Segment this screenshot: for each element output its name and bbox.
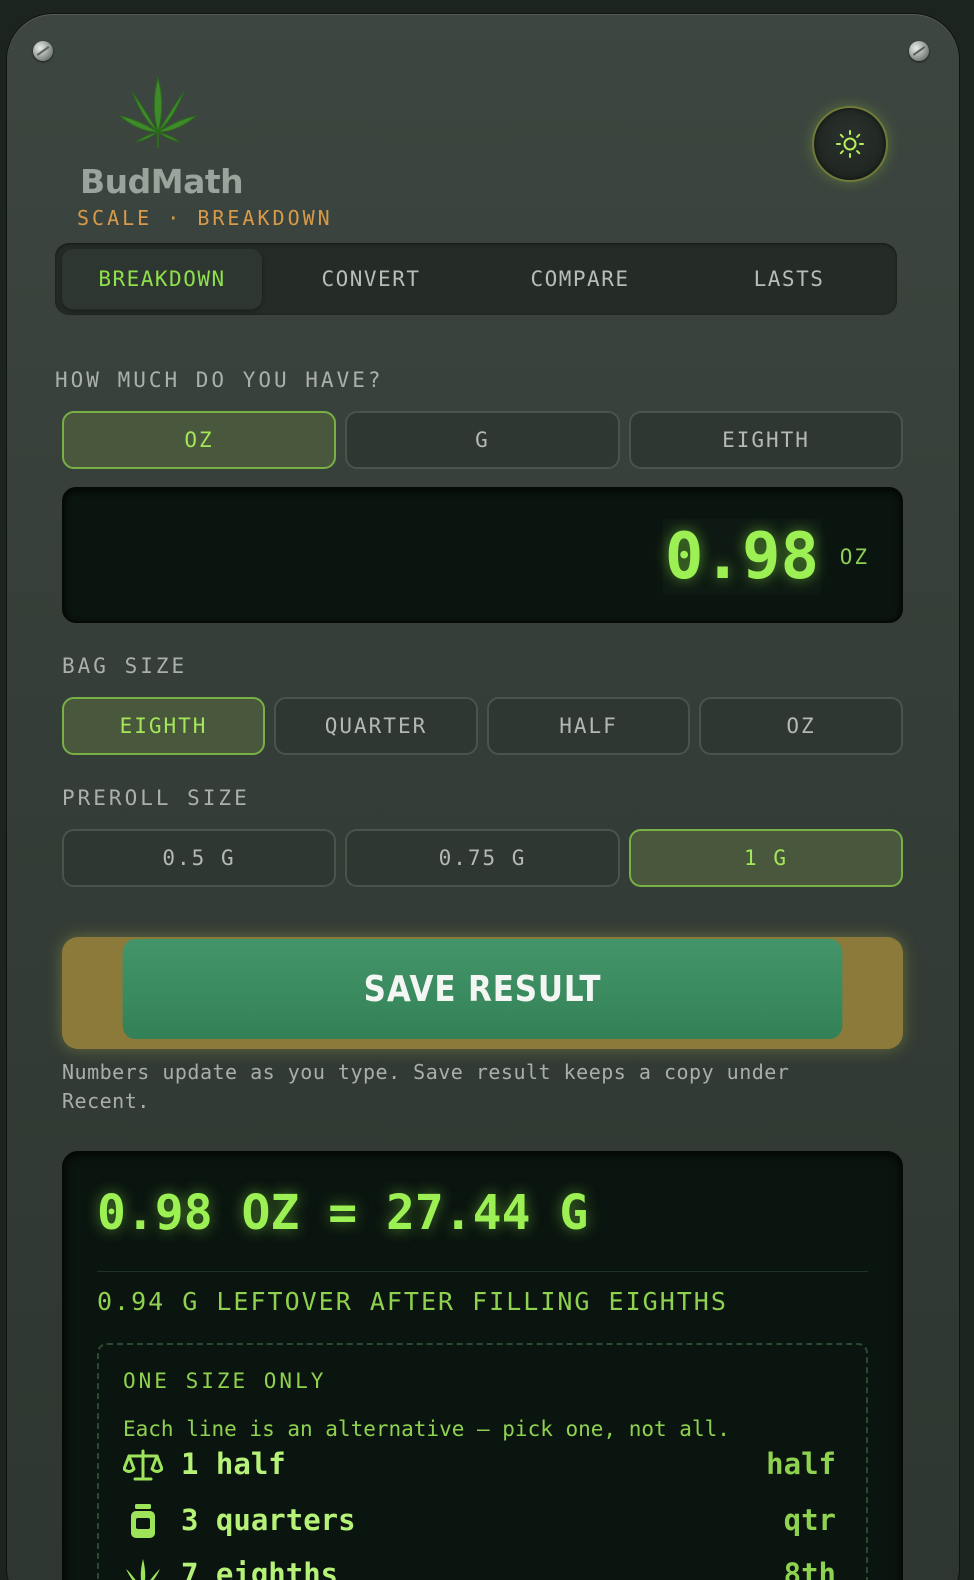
tab-compare[interactable]: COMPARE [480,249,680,309]
bag-half-button[interactable]: HALF [487,697,690,755]
screw-decoration [33,41,53,61]
options-note: Each line is an alternative — pick one, … [123,1417,730,1441]
amount-label: HOW MUCH DO YOU HAVE? [55,368,384,392]
bag-oz-button[interactable]: OZ [699,697,903,755]
list-item: 3 quarters qtr [123,1501,836,1541]
amount-input[interactable]: 0.98 [662,519,821,595]
result-panel: 0.98 OZ = 27.44 G 0.94 G LEFTOVER AFTER … [62,1151,903,1580]
tab-breakdown[interactable]: BREAKDOWN [62,249,262,309]
tagline: SCALE · BREAKDOWN [77,206,333,230]
option-text: 7 eighths [181,1557,339,1580]
bag-size-label: BAG SIZE [62,654,188,678]
leaf-icon [126,1559,160,1580]
save-result-button[interactable]: SAVE RESULT [62,937,903,1049]
save-hint: Numbers update as you type. Save result … [62,1060,790,1113]
save-result-label: SAVE RESULT [122,939,843,1039]
result-leftover: 0.94 G LEFTOVER AFTER FILLING EIGHTHS [97,1287,728,1316]
jar-icon [131,1504,155,1538]
tab-lasts[interactable]: LASTS [689,249,889,309]
bag-quarter-button[interactable]: QUARTER [274,697,478,755]
option-abbr: half [766,1447,836,1481]
brand-name: BudMath [80,162,244,201]
options-title: ONE SIZE ONLY [123,1369,327,1393]
tab-convert[interactable]: CONVERT [271,249,471,309]
theme-toggle-button[interactable] [812,106,888,182]
list-item: 1 half half [123,1445,836,1485]
scale-icon [123,1449,163,1481]
size-options-box: ONE SIZE ONLY Each line is an alternativ… [97,1343,868,1580]
result-divider [97,1271,868,1272]
unit-eighth-button[interactable]: EIGHTH [629,411,903,469]
screw-decoration [909,41,929,61]
result-headline: 0.98 OZ = 27.44 G [97,1185,589,1241]
preroll-1g-button[interactable]: 1 G [629,829,903,887]
option-abbr: 8th [783,1557,836,1580]
unit-oz-button[interactable]: OZ [62,411,336,469]
preroll-0-75g-button[interactable]: 0.75 G [345,829,620,887]
list-item: 7 eighths 8th [123,1555,836,1580]
sun-icon [836,130,864,158]
cannabis-leaf-icon [118,76,198,148]
preroll-0-5g-button[interactable]: 0.5 G [62,829,336,887]
unit-g-button[interactable]: G [345,411,620,469]
bag-eighth-button[interactable]: EIGHTH [62,697,265,755]
option-text: 1 half [181,1447,286,1481]
option-abbr: qtr [783,1503,836,1537]
amount-unit: OZ [839,545,869,569]
option-text: 3 quarters [181,1503,356,1537]
mode-tabs: BREAKDOWN CONVERT COMPARE LASTS [55,243,897,315]
amount-display[interactable]: 0.98 OZ [62,487,903,623]
preroll-size-label: PREROLL SIZE [62,786,250,810]
